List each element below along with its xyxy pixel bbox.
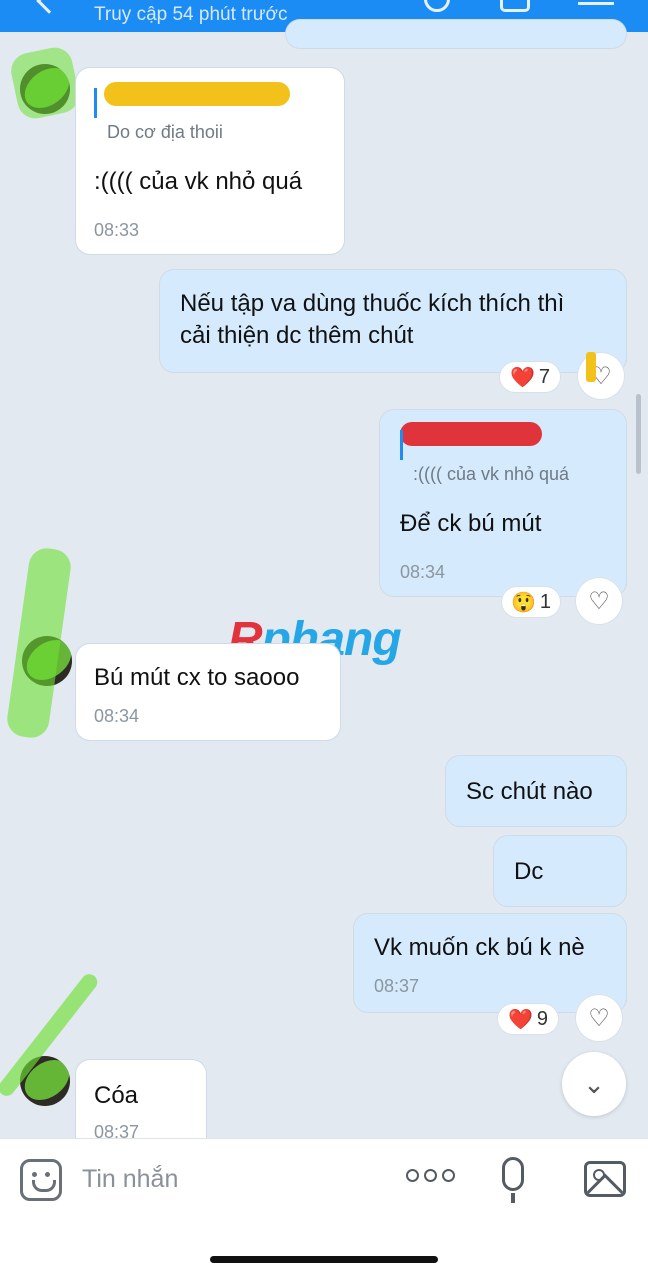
reaction-badge[interactable]: 😲 1 <box>502 587 560 617</box>
scribble-censor <box>7 44 83 122</box>
highlight-mark <box>586 352 596 382</box>
last-seen-status: Truy cập 54 phút trước <box>94 4 288 25</box>
quoted-reply[interactable]: :(((( của vk nhỏ quá <box>400 430 569 484</box>
heart-reaction-icon: ❤️ <box>507 1008 533 1031</box>
reaction-badge[interactable]: ❤️ 7 <box>500 362 560 392</box>
microphone-icon[interactable] <box>502 1157 524 1191</box>
message-text: Dc <box>514 858 544 885</box>
message-time: 08:37 <box>374 976 420 996</box>
double-chevron-down-icon: ⌄ <box>583 1068 605 1099</box>
scroll-down-button[interactable]: ⌄ <box>562 1052 626 1116</box>
message-bubble[interactable]: Do cơ địa thoii :(((( của vk nhỏ quá 08:… <box>76 68 344 254</box>
message-bubble[interactable]: Bú mút cx to saooo 08:34 <box>76 644 340 740</box>
message-bubble-partial[interactable] <box>286 20 626 48</box>
phone-icon[interactable] <box>424 0 450 12</box>
reaction-count: 9 <box>536 1007 549 1030</box>
message-bubble[interactable]: Dc <box>494 836 626 906</box>
message-bubble[interactable]: Sc chút nào <box>446 756 626 826</box>
menu-icon[interactable] <box>578 2 614 5</box>
message-text: Để ck bú mút <box>400 510 542 537</box>
message-time: 08:34 <box>94 706 140 726</box>
message-text-line2: cải thiện dc thêm chút <box>180 322 414 349</box>
quoted-reply[interactable]: Do cơ địa thoii <box>94 88 223 142</box>
microphone-stand <box>511 1193 515 1203</box>
name-scribble <box>400 422 542 446</box>
heart-icon[interactable]: ♡ <box>576 578 622 624</box>
home-indicator[interactable] <box>210 1256 438 1263</box>
quoted-text: Do cơ địa thoii <box>107 122 223 142</box>
video-call-icon[interactable] <box>500 0 530 12</box>
message-text: Bú mút cx to saooo <box>94 664 300 691</box>
scrollbar[interactable] <box>636 394 641 474</box>
quoted-text: :(((( của vk nhỏ quá <box>413 464 570 484</box>
message-text: Sc chút nào <box>466 778 593 805</box>
message-time: 08:33 <box>94 220 140 240</box>
reaction-count: 1 <box>539 590 552 613</box>
message-text: Vk muốn ck bú k nè <box>374 934 585 961</box>
more-options-icon[interactable] <box>406 1169 455 1182</box>
message-bubble[interactable]: Nếu tập va dùng thuốc kích thích thì cải… <box>160 270 626 372</box>
message-bubble[interactable]: Vk muốn ck bú k nè 08:37 <box>354 914 626 1012</box>
message-bubble[interactable]: :(((( của vk nhỏ quá Để ck bú mút 08:34 <box>380 410 626 596</box>
heart-icon[interactable]: ♡ <box>578 353 624 399</box>
emoji-icon[interactable] <box>20 1159 62 1201</box>
heart-icon[interactable]: ♡ <box>576 995 622 1041</box>
heart-reaction-icon: ❤️ <box>509 366 535 389</box>
reaction-badge[interactable]: ❤️ 9 <box>498 1004 558 1034</box>
message-input[interactable]: Tin nhắn <box>82 1165 178 1194</box>
message-text: Cóa <box>94 1082 139 1109</box>
image-icon[interactable] <box>584 1161 626 1197</box>
message-text-line1: Nếu tập va dùng thuốc kích thích thì <box>180 290 565 317</box>
shocked-reaction-icon: 😲 <box>510 591 536 614</box>
back-icon[interactable] <box>36 0 62 14</box>
message-text: :(((( của vk nhỏ quá <box>94 168 303 195</box>
message-time: 08:34 <box>400 562 446 582</box>
reaction-count: 7 <box>538 365 551 388</box>
name-scribble <box>104 82 290 106</box>
